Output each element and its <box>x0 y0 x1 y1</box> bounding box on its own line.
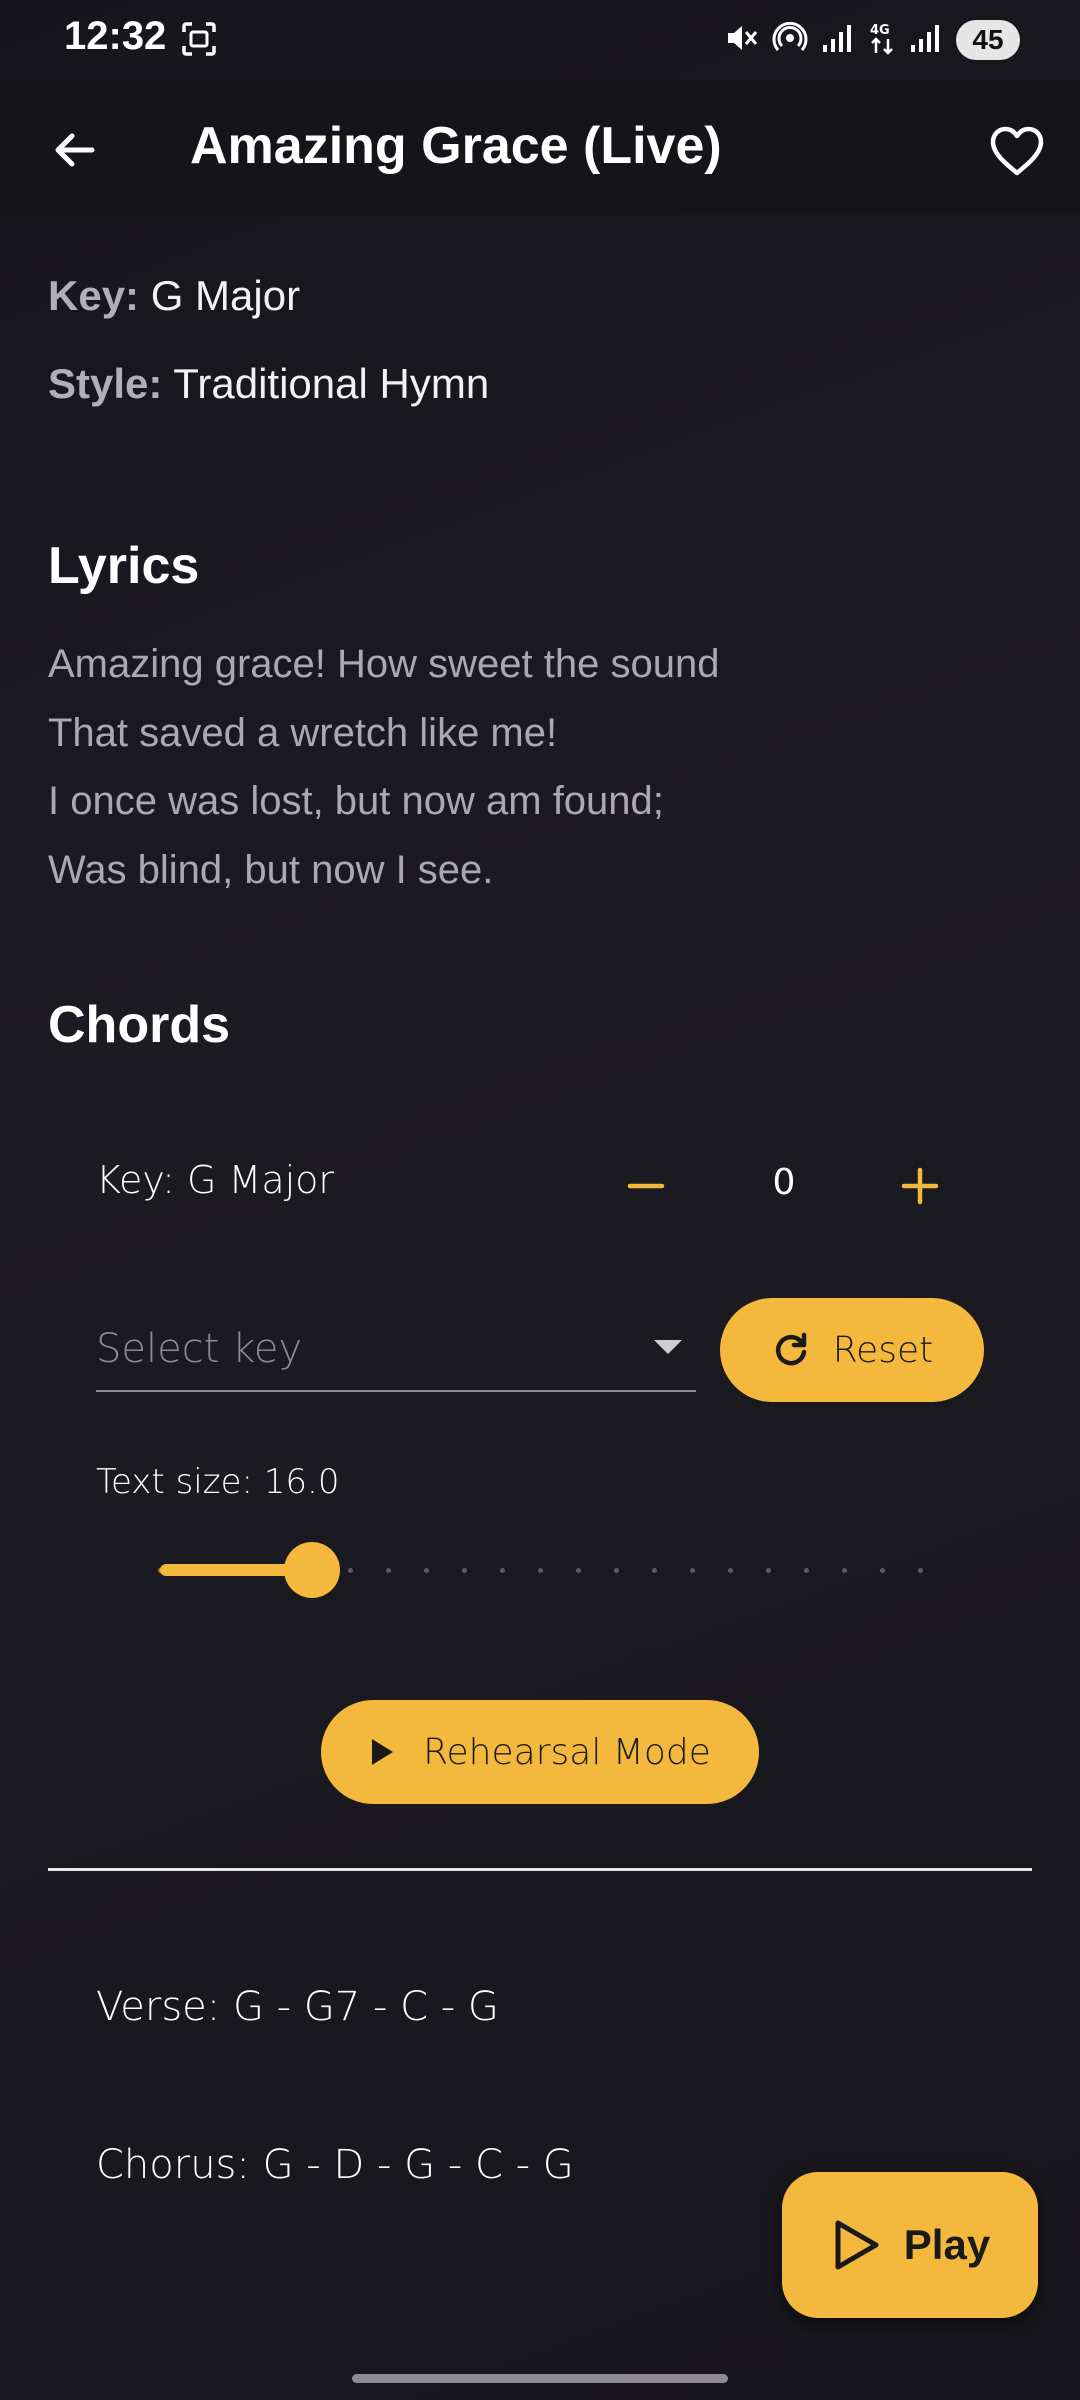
key-select-dropdown[interactable]: Select key <box>96 1296 696 1392</box>
slider-tick <box>728 1568 733 1573</box>
chords-heading: Chords <box>48 996 230 1054</box>
chorus-chords: Chorus: G - D - G - C - G <box>96 2142 574 2188</box>
slider-tick <box>576 1568 581 1573</box>
slider-tick <box>462 1568 467 1573</box>
slider-tick <box>500 1568 505 1573</box>
screenshot-icon <box>180 20 218 58</box>
lyric-line: Was blind, but now I see. <box>48 847 494 892</box>
reset-label: Reset <box>832 1329 934 1371</box>
song-key-value: G Major <box>150 272 301 319</box>
favorite-button[interactable] <box>980 114 1054 188</box>
transpose-up-button[interactable] <box>886 1152 954 1220</box>
status-bar: 12:32 4G 45 <box>0 0 1080 80</box>
slider-tick <box>690 1568 695 1573</box>
lyric-line: That saved a wretch like me! <box>48 710 558 755</box>
slider-tick <box>652 1568 657 1573</box>
status-time: 12:32 <box>64 14 167 58</box>
app-bar: Amazing Grace (Live) <box>0 80 1080 215</box>
slider-tick <box>766 1568 771 1573</box>
4g-data-icon: 4G <box>868 21 896 60</box>
rehearsal-mode-label: Rehearsal Mode <box>423 1731 711 1773</box>
song-style-value: Traditional Hymn <box>173 360 490 407</box>
transpose-down-button[interactable] <box>612 1152 680 1220</box>
lyrics-body: Amazing grace! How sweet the sound That … <box>48 630 1028 904</box>
slider-tick <box>386 1568 391 1573</box>
battery-indicator: 45 <box>956 20 1020 60</box>
rehearsal-mode-button[interactable]: Rehearsal Mode <box>321 1700 759 1804</box>
refresh-icon <box>775 1332 806 1366</box>
slider-tick <box>804 1568 809 1573</box>
slider-tick <box>880 1568 885 1573</box>
slider-tick <box>538 1568 543 1573</box>
reset-button[interactable]: Reset <box>720 1298 984 1402</box>
heart-outline-icon <box>990 126 1044 176</box>
signal-icon <box>822 23 854 58</box>
status-icons: 4G 45 <box>724 18 1020 62</box>
minus-icon <box>627 1183 665 1189</box>
play-button[interactable]: Play <box>782 2172 1038 2318</box>
plus-icon <box>901 1167 939 1205</box>
svg-text:4G: 4G <box>870 23 890 38</box>
lyric-line: Amazing grace! How sweet the sound <box>48 642 720 686</box>
screen: 12:32 4G 45 Amazing Grace (Live) Key: G … <box>0 0 1080 2400</box>
back-button[interactable] <box>40 116 108 184</box>
slider-tick <box>918 1568 923 1573</box>
divider <box>48 1868 1032 1871</box>
play-label: Play <box>903 2221 991 2268</box>
song-key: Key: G Major <box>48 272 300 320</box>
mute-icon <box>724 21 758 60</box>
dropdown-arrow-icon <box>654 1340 682 1354</box>
text-size-slider[interactable] <box>150 1540 930 1600</box>
song-style: Style: Traditional Hymn <box>48 360 489 408</box>
key-select-placeholder: Select key <box>96 1326 303 1372</box>
back-arrow-icon <box>55 133 95 167</box>
song-style-label: Style: <box>48 360 163 407</box>
slider-tick <box>614 1568 619 1573</box>
text-size-label: Text size: 16.0 <box>96 1462 340 1502</box>
transpose-value: 0 <box>772 1162 796 1203</box>
current-key-label: Key: G Major <box>96 1158 335 1202</box>
page-title: Amazing Grace (Live) <box>190 117 722 175</box>
home-indicator[interactable] <box>352 2374 728 2383</box>
signal-icon <box>910 23 942 58</box>
slider-tick <box>424 1568 429 1573</box>
lyrics-heading: Lyrics <box>48 537 200 595</box>
verse-chords: Verse: G - G7 - C - G <box>96 1984 499 2030</box>
song-key-label: Key: <box>48 272 140 319</box>
play-outline-icon <box>835 2220 879 2270</box>
lyric-line: I once was lost, but now am found; <box>48 779 664 823</box>
hotspot-icon <box>772 20 808 61</box>
slider-tick <box>842 1568 847 1573</box>
slider-tick <box>348 1568 353 1573</box>
play-icon <box>372 1739 394 1765</box>
slider-thumb[interactable] <box>284 1542 340 1598</box>
